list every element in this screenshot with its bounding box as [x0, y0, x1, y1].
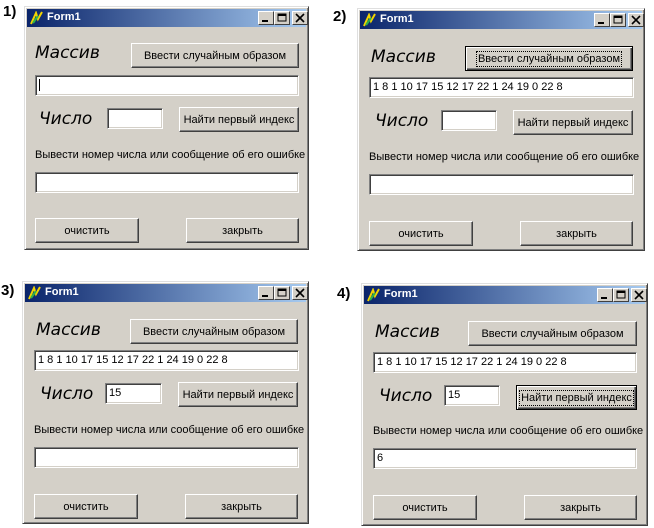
clear-button[interactable]: очистить: [34, 494, 138, 519]
minimize-icon[interactable]: [594, 13, 610, 27]
step-label: 2): [333, 8, 347, 25]
close-button[interactable]: закрыть: [524, 495, 637, 520]
number-input[interactable]: [441, 110, 497, 131]
minimize-icon[interactable]: [258, 11, 274, 25]
clear-button[interactable]: очистить: [35, 218, 139, 243]
window-title: Form1: [380, 13, 414, 25]
form-window: Form1 Массив Ввести случайным образом 1 …: [357, 8, 645, 251]
title-bar: Form1: [360, 11, 644, 29]
number-input[interactable]: 15: [444, 385, 500, 406]
massiv-label: Массив: [35, 43, 100, 63]
chislo-label: Число: [40, 384, 94, 404]
random-fill-button[interactable]: Ввести случайным образом: [465, 46, 633, 71]
title-bar: Form1: [364, 286, 647, 304]
result-caption: Вывести номер числа или сообщение об его…: [34, 424, 305, 436]
clear-button[interactable]: очистить: [373, 495, 477, 520]
title-bar: Form1: [25, 284, 308, 302]
number-input[interactable]: [107, 108, 163, 129]
form-window: Form1 Массив Ввести случайным образом 1 …: [22, 281, 309, 524]
minimize-icon[interactable]: [597, 288, 613, 302]
close-button[interactable]: закрыть: [520, 221, 633, 246]
find-index-button[interactable]: Найти первый индекс: [178, 382, 298, 407]
text-caret: [39, 79, 40, 91]
clear-button[interactable]: очистить: [369, 221, 473, 246]
window-title: Form1: [45, 286, 79, 298]
close-icon[interactable]: [631, 288, 647, 302]
random-fill-button[interactable]: Ввести случайным образом: [131, 43, 299, 68]
find-index-button[interactable]: Найти первый индекс: [516, 385, 637, 410]
close-icon[interactable]: [292, 11, 308, 25]
step-label: 3): [1, 282, 15, 299]
maximize-icon[interactable]: [610, 13, 626, 27]
chislo-label: Число: [379, 386, 433, 406]
find-index-button[interactable]: Найти первый индекс: [513, 110, 633, 135]
random-fill-button[interactable]: Ввести случайным образом: [130, 319, 298, 344]
array-input[interactable]: 1 8 1 10 17 15 12 17 22 1 24 19 0 22 8: [34, 350, 299, 371]
chislo-label: Число: [375, 111, 429, 131]
delphi-app-icon: [30, 10, 44, 25]
form-window: Form1 Массив Ввести случайным образом Чи…: [24, 6, 309, 250]
close-icon[interactable]: [628, 13, 644, 27]
maximize-icon[interactable]: [274, 286, 290, 300]
array-input[interactable]: [35, 75, 299, 96]
form-window: Form1 Массив Ввести случайным образом 1 …: [361, 283, 648, 526]
close-button[interactable]: закрыть: [185, 494, 298, 519]
array-input[interactable]: 1 8 1 10 17 15 12 17 22 1 24 19 0 22 8: [369, 77, 634, 98]
result-caption: Вывести номер числа или сообщение об его…: [373, 425, 644, 437]
close-button[interactable]: закрыть: [186, 218, 299, 243]
result-caption: Вывести номер числа или сообщение об его…: [35, 149, 306, 161]
minimize-icon[interactable]: [258, 286, 274, 300]
number-input[interactable]: 15: [105, 383, 162, 404]
window-title: Form1: [384, 288, 418, 300]
massiv-label: Массив: [375, 322, 440, 342]
delphi-app-icon: [367, 287, 381, 302]
step-label: 1): [3, 3, 17, 20]
result-output[interactable]: [369, 174, 634, 195]
result-caption: Вывести номер числа или сообщение об его…: [369, 151, 640, 163]
step-label: 4): [337, 285, 351, 302]
delphi-app-icon: [28, 285, 42, 300]
chislo-label: Число: [39, 109, 93, 129]
maximize-icon[interactable]: [613, 288, 629, 302]
maximize-icon[interactable]: [274, 11, 290, 25]
close-icon[interactable]: [292, 286, 308, 300]
delphi-app-icon: [363, 12, 377, 27]
array-input[interactable]: 1 8 1 10 17 15 12 17 22 1 24 19 0 22 8: [373, 352, 637, 373]
result-output[interactable]: [35, 172, 299, 193]
massiv-label: Массив: [371, 47, 436, 67]
window-title: Form1: [47, 11, 81, 23]
result-output[interactable]: 6: [373, 448, 637, 469]
result-output[interactable]: [34, 447, 299, 468]
title-bar: Form1: [27, 9, 308, 27]
massiv-label: Массив: [36, 320, 101, 340]
random-fill-button[interactable]: Ввести случайным образом: [468, 321, 637, 346]
find-index-button[interactable]: Найти первый индекс: [179, 107, 299, 132]
